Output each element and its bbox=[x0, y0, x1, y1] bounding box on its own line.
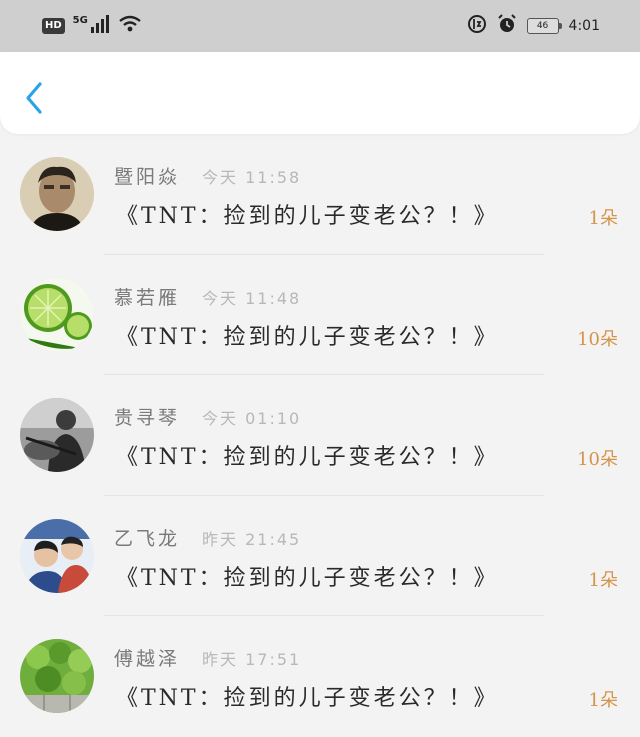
list-item[interactable]: 贵寻琴 今天 01:10 《TNT：捡到的儿子变老公？！》 10朵 bbox=[0, 375, 640, 496]
item-meta: 傅越泽 昨天 17:51 bbox=[114, 644, 301, 671]
timestamp: 今天 01:10 bbox=[202, 409, 302, 428]
sender-name: 暨阳焱 bbox=[114, 166, 181, 188]
timestamp: 昨天 17:51 bbox=[202, 650, 302, 669]
item-meta: 暨阳焱 今天 11:58 bbox=[114, 162, 301, 189]
back-button[interactable] bbox=[20, 78, 52, 118]
item-meta: 乙飞龙 昨天 21:45 bbox=[114, 524, 301, 551]
signal-icon bbox=[90, 15, 110, 37]
list-item[interactable]: 傅越泽 昨天 17:51 《TNT：捡到的儿子变老公？！》 1朵 bbox=[0, 616, 640, 737]
flower-count: 1朵 bbox=[588, 208, 618, 229]
wifi-icon bbox=[118, 15, 142, 37]
flower-count: 1朵 bbox=[588, 569, 618, 591]
status-bar: HD 5G 46 4:01 bbox=[0, 0, 640, 52]
status-time: 4:01 bbox=[568, 18, 600, 34]
chevron-left-icon bbox=[26, 82, 42, 114]
battery-icon: 46 bbox=[526, 18, 562, 34]
hd-badge: HD bbox=[42, 18, 65, 34]
timestamp: 昨天 21:45 bbox=[202, 529, 302, 549]
avatar[interactable] bbox=[20, 398, 94, 472]
list-item[interactable]: 慕若雁 今天 11:48 《TNT：捡到的儿子变老公？！》 10朵 bbox=[0, 255, 640, 375]
book-title: 《TNT：捡到的儿子变老公？！》 bbox=[116, 204, 499, 229]
item-meta: 慕若雁 今天 11:48 bbox=[114, 283, 301, 310]
timestamp: 今天 11:48 bbox=[202, 288, 302, 308]
avatar[interactable] bbox=[20, 518, 94, 593]
data-saver-icon bbox=[467, 14, 487, 38]
list-item[interactable]: 乙飞龙 昨天 21:45 《TNT：捡到的儿子变老公？！》 1朵 bbox=[0, 496, 640, 616]
sender-name: 贵寻琴 bbox=[114, 407, 181, 429]
avatar[interactable] bbox=[20, 639, 94, 713]
flower-count: 10朵 bbox=[577, 449, 618, 470]
alarm-icon bbox=[497, 14, 517, 38]
sender-name: 乙飞龙 bbox=[114, 527, 181, 550]
flower-count: 1朵 bbox=[588, 690, 618, 711]
book-title: 《TNT：捡到的儿子变老公？！》 bbox=[116, 324, 499, 350]
flower-count: 10朵 bbox=[577, 328, 618, 350]
sender-name: 傅越泽 bbox=[114, 648, 181, 670]
status-right: 46 4:01 bbox=[467, 14, 600, 38]
avatar[interactable] bbox=[20, 157, 94, 231]
book-title: 《TNT：捡到的儿子变老公？！》 bbox=[116, 445, 499, 470]
timestamp: 今天 11:58 bbox=[202, 168, 302, 187]
gift-list: 暨阳焱 今天 11:58 《TNT：捡到的儿子变老公？！》 1朵 慕若雁 今天 … bbox=[0, 134, 640, 737]
network-type: 5G bbox=[72, 14, 88, 26]
list-item[interactable]: 暨阳焱 今天 11:58 《TNT：捡到的儿子变老公？！》 1朵 bbox=[0, 134, 640, 255]
sender-name: 慕若雁 bbox=[114, 286, 181, 309]
item-meta: 贵寻琴 今天 01:10 bbox=[114, 403, 301, 430]
avatar[interactable] bbox=[20, 277, 94, 352]
book-title: 《TNT：捡到的儿子变老公？！》 bbox=[116, 686, 499, 711]
book-title: 《TNT：捡到的儿子变老公？！》 bbox=[116, 565, 499, 591]
status-left: HD 5G bbox=[42, 15, 142, 37]
nav-bar bbox=[0, 52, 640, 134]
